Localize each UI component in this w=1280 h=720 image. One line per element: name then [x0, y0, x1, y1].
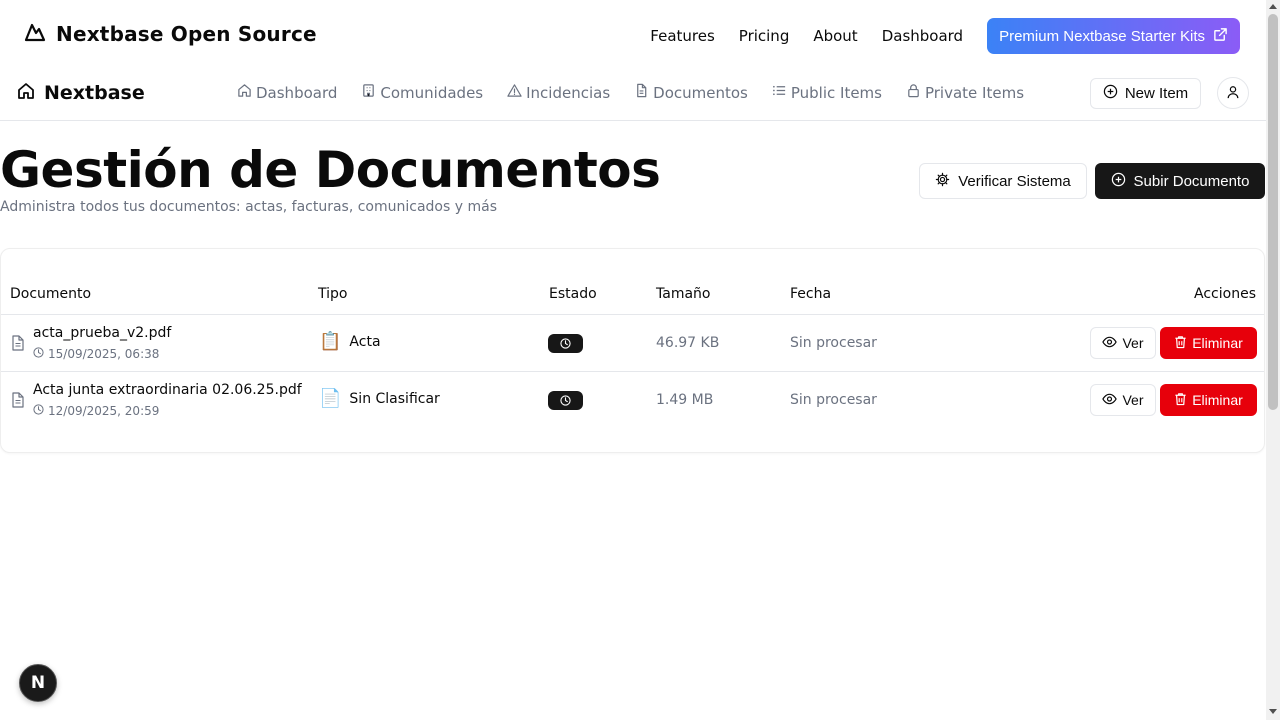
building-icon	[361, 83, 376, 102]
nav-link-pricing[interactable]: Pricing	[739, 27, 790, 45]
home-icon	[237, 83, 252, 102]
column-header-actions: Acciones	[1194, 286, 1256, 302]
nav-item-label: Dashboard	[256, 83, 338, 102]
document-type: 📋 Acta	[319, 332, 381, 352]
nav-link-about[interactable]: About	[813, 27, 857, 45]
nav-item-public-items[interactable]: Public Items	[772, 83, 882, 102]
column-header-document: Documento	[10, 286, 92, 302]
brand-title: Nextbase Open Source	[56, 22, 317, 46]
document-upload-date: 12/09/2025, 20:59	[33, 404, 159, 418]
nav-item-label: Comunidades	[380, 83, 484, 102]
nav-link-dashboard[interactable]: Dashboard	[882, 27, 963, 45]
clock-icon	[560, 334, 571, 353]
table-row: Acta junta extraordinaria 02.06.25.pdf 1…	[1, 372, 1264, 429]
verify-system-label: Verificar Sistema	[958, 172, 1071, 190]
external-link-icon	[1213, 27, 1228, 46]
page-subtitle: Administra todos tus documentos: actas, …	[0, 199, 497, 215]
clock-icon	[33, 404, 44, 418]
nav-item-comunidades[interactable]: Comunidades	[361, 83, 483, 102]
column-header-date: Fecha	[790, 286, 832, 302]
scroll-up-arrow-icon[interactable]	[1269, 4, 1277, 9]
plus-circle-icon	[1103, 84, 1118, 103]
nav-item-label: Incidencias	[526, 83, 611, 102]
new-item-button[interactable]: New Item	[1090, 78, 1201, 109]
upload-date-text: 15/09/2025, 06:38	[48, 347, 160, 361]
trash-icon	[1174, 392, 1187, 409]
nextjs-dev-tools-button[interactable]: N	[19, 664, 57, 702]
delete-document-button[interactable]: Eliminar	[1160, 384, 1257, 416]
file-icon	[11, 392, 25, 412]
document-type-label: Acta	[349, 334, 381, 350]
view-label: Ver	[1122, 392, 1144, 408]
nav-item-dashboard[interactable]: Dashboard	[237, 83, 337, 102]
column-header-type: Tipo	[318, 286, 348, 302]
view-document-button[interactable]: Ver	[1090, 327, 1156, 359]
document-size: 1.49 MB	[656, 392, 714, 408]
document-name: acta_prueba_v2.pdf	[33, 325, 172, 341]
scroll-down-arrow-icon[interactable]	[1269, 709, 1277, 714]
lock-icon	[906, 83, 921, 102]
nav-item-label: Public Items	[790, 83, 882, 102]
verify-system-button[interactable]: Verificar Sistema	[919, 163, 1087, 199]
nav-item-label: Documentos	[653, 83, 748, 102]
new-item-label: New Item	[1124, 85, 1189, 102]
user-icon	[1226, 85, 1240, 102]
nav-link-features[interactable]: Features	[650, 27, 715, 45]
marketing-nav: Features Pricing About Dashboard Premium…	[650, 18, 1240, 54]
user-menu-button[interactable]	[1217, 77, 1249, 109]
trash-icon	[1174, 335, 1187, 352]
document-date: Sin procesar	[790, 335, 877, 351]
premium-label: Premium Nextbase Starter Kits	[999, 27, 1205, 45]
view-label: Ver	[1122, 335, 1144, 351]
nav-item-private-items[interactable]: Private Items	[906, 83, 1024, 102]
page-icon: 📄	[319, 388, 342, 409]
column-header-size: Tamaño	[656, 286, 711, 302]
document-size: 46.97 KB	[656, 335, 720, 351]
nav-item-documentos[interactable]: Documentos	[634, 83, 748, 102]
brand-link[interactable]: Nextbase Open Source	[24, 22, 317, 46]
document-name: Acta junta extraordinaria 02.06.25.pdf	[33, 382, 302, 398]
vertical-scrollbar[interactable]	[1266, 0, 1280, 720]
warning-icon	[507, 83, 522, 102]
document-upload-date: 15/09/2025, 06:38	[33, 347, 159, 361]
upload-document-button[interactable]: Subir Documento	[1095, 163, 1265, 199]
home-logo-icon	[16, 81, 36, 105]
page-title: Gestión de Documentos	[0, 141, 661, 199]
scrollbar-thumb[interactable]	[1268, 14, 1278, 410]
status-badge	[548, 391, 583, 410]
table-row: acta_prueba_v2.pdf 15/09/2025, 06:38 📋 A…	[1, 315, 1264, 372]
app-navbar: Nextbase Dashboard Comunidades Incidenci…	[0, 72, 1266, 121]
premium-starter-kits-button[interactable]: Premium Nextbase Starter Kits	[987, 18, 1240, 54]
document-type: 📄 Sin Clasificar	[319, 389, 440, 409]
eye-icon	[1102, 392, 1118, 408]
delete-label: Eliminar	[1192, 392, 1243, 408]
mountain-logo-icon	[24, 22, 46, 46]
nav-item-label: Private Items	[924, 83, 1025, 102]
marketing-header: Nextbase Open Source Features Pricing Ab…	[0, 0, 1266, 72]
clock-icon	[33, 347, 44, 361]
delete-label: Eliminar	[1192, 335, 1243, 351]
table-header: Documento Tipo Estado Tamaño Fecha Accio…	[1, 273, 1264, 315]
list-icon	[772, 83, 787, 102]
file-icon	[634, 83, 649, 102]
upload-date-text: 12/09/2025, 20:59	[48, 404, 160, 418]
upload-document-label: Subir Documento	[1133, 172, 1250, 190]
clock-icon	[560, 391, 571, 410]
nav-item-incidencias[interactable]: Incidencias	[507, 83, 610, 102]
app-brand-link[interactable]: Nextbase	[16, 81, 145, 105]
document-date: Sin procesar	[790, 392, 877, 408]
app-brand-title: Nextbase	[44, 82, 145, 104]
file-icon	[11, 335, 25, 355]
clipboard-icon: 📋	[319, 331, 342, 352]
plus-circle-icon	[1111, 172, 1126, 191]
column-header-status: Estado	[549, 286, 597, 302]
documents-table-card: Documento Tipo Estado Tamaño Fecha Accio…	[0, 248, 1265, 453]
status-badge	[548, 334, 583, 353]
delete-document-button[interactable]: Eliminar	[1160, 327, 1257, 359]
gear-icon	[935, 172, 950, 191]
view-document-button[interactable]: Ver	[1090, 384, 1156, 416]
document-type-label: Sin Clasificar	[349, 391, 440, 407]
app-nav: Dashboard Comunidades Incidencias Docume…	[237, 83, 1024, 102]
eye-icon	[1102, 335, 1118, 351]
